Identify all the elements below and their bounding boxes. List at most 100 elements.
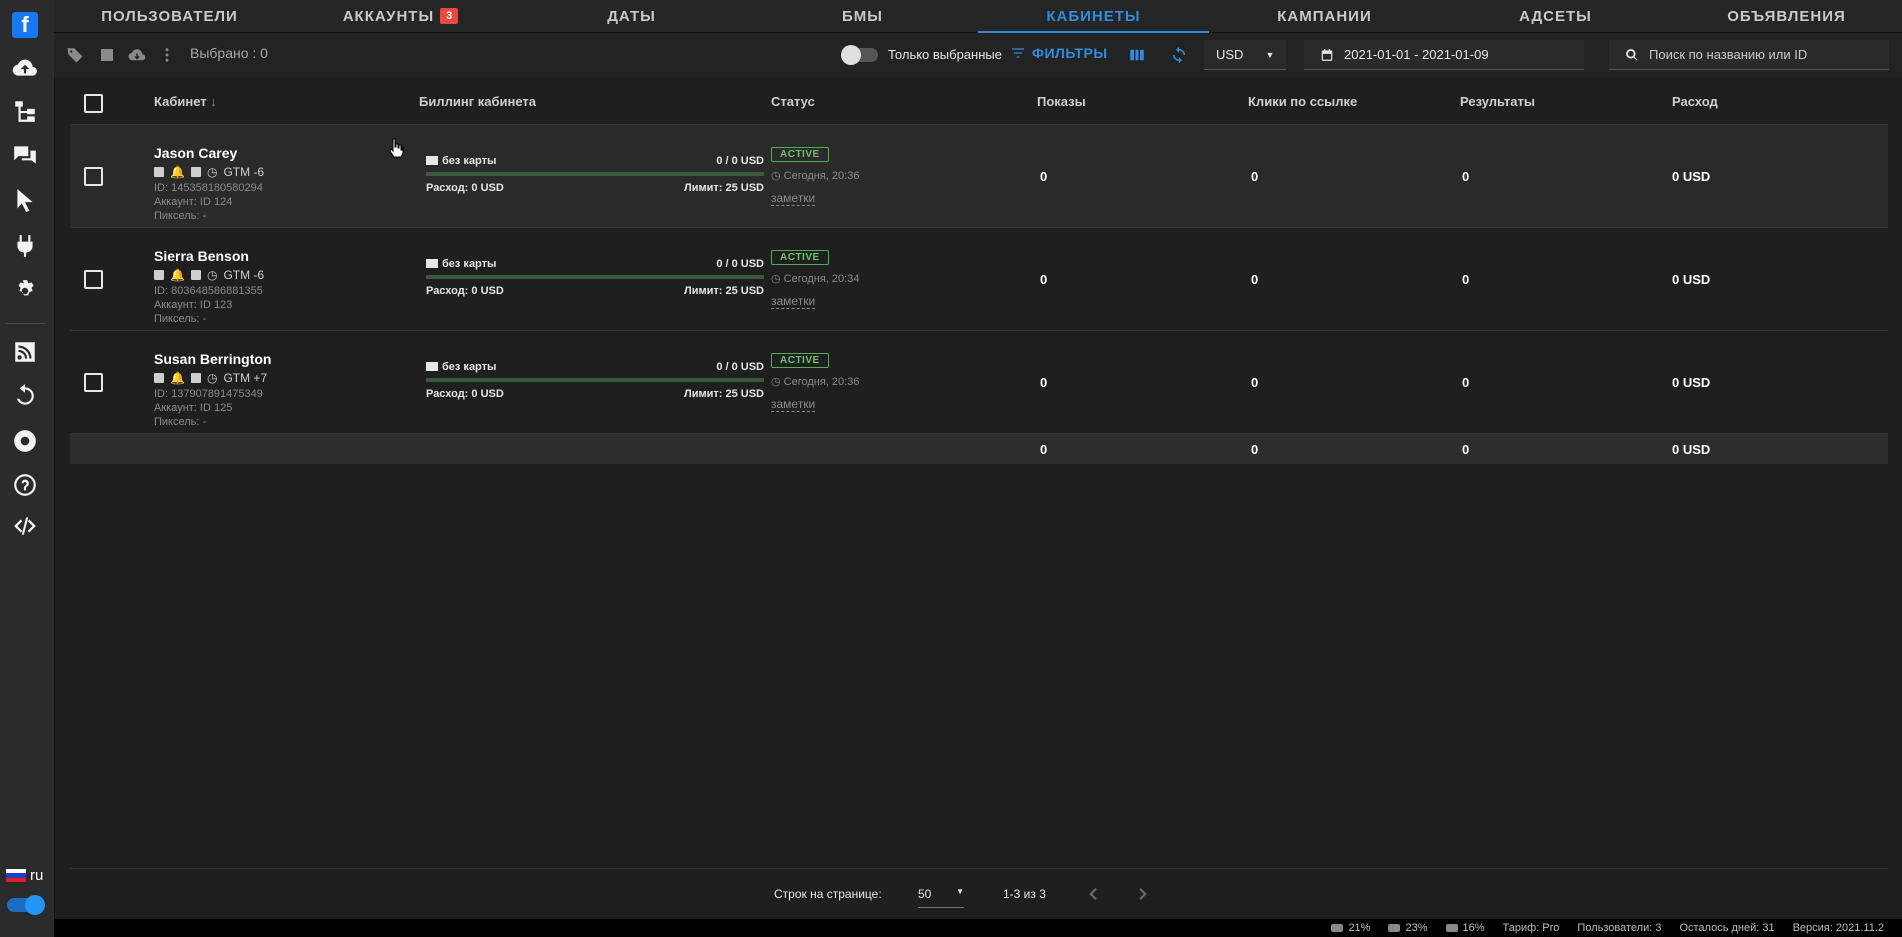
notes-link[interactable]: заметки (771, 397, 816, 412)
clock-icon: ◷ (771, 273, 784, 285)
undo-icon[interactable] (11, 382, 39, 410)
header-results[interactable]: Результаты (1460, 94, 1535, 109)
cabinet-name[interactable]: Jason Carey (154, 145, 237, 161)
status-time-value: Сегодня, 20:34 (783, 273, 860, 285)
header-clicks[interactable]: Клики по ссылке (1248, 94, 1357, 109)
card-icon[interactable] (154, 167, 164, 177)
rows-per-page-label: Строк на странице: (774, 887, 882, 901)
chevron-down-icon: ▼ (956, 887, 964, 896)
date-range-picker[interactable]: 2021-01-01 - 2021-01-09 (1304, 40, 1584, 70)
header-cabinet[interactable]: Кабинет ↓ (154, 94, 217, 109)
chrome-icon[interactable] (11, 427, 39, 455)
language-selector[interactable]: ru (6, 867, 43, 884)
search-placeholder: Поиск по названию или ID (1649, 47, 1808, 62)
plan: Тариф: Pro (1502, 922, 1560, 934)
tab-adsets[interactable]: АДСЕТЫ (1440, 0, 1671, 32)
tab-accounts[interactable]: АККАУНТЫ 3 (285, 0, 516, 32)
header-impressions[interactable]: Показы (1037, 94, 1086, 109)
bell-icon[interactable]: 🔔 (170, 371, 185, 385)
tab-cabinets[interactable]: КАБИНЕТЫ (978, 0, 1209, 33)
document-icon[interactable] (190, 270, 201, 280)
table-row[interactable]: Sierra Benson 🔔 ◷ GTM -6 ID: 80364858688… (70, 228, 1888, 331)
row-checkbox[interactable] (84, 167, 103, 186)
balance: 0 / 0 USD (716, 155, 764, 167)
sidebar: f ru (0, 0, 55, 937)
ram-value: 23% (1405, 922, 1428, 934)
row-checkbox[interactable] (84, 373, 103, 392)
bell-icon[interactable]: 🔔 (170, 165, 185, 179)
next-page-icon[interactable] (1134, 885, 1152, 906)
document-icon[interactable] (190, 373, 201, 383)
bell-icon[interactable]: 🔔 (170, 268, 185, 282)
gear-icon[interactable] (11, 277, 39, 305)
cursor-icon[interactable] (11, 186, 39, 214)
tab-bms[interactable]: БМЫ (747, 0, 978, 32)
card-status: без карты (426, 361, 496, 373)
theme-toggle[interactable] (7, 895, 45, 915)
only-selected-switch[interactable] (841, 45, 878, 65)
currency-select[interactable]: USD ▼ (1204, 40, 1287, 70)
results-value: 0 (1462, 169, 1470, 184)
table-row[interactable]: Jason Carey 🔔 ◷ GTM -6 ID: 1453581805802… (70, 125, 1888, 228)
question-icon[interactable] (11, 471, 39, 499)
tag-icon[interactable] (66, 46, 84, 64)
refresh-icon[interactable] (1170, 46, 1188, 64)
cabinet-account: Аккаунт: ID 125 (154, 402, 233, 414)
cloud-download-icon[interactable] (128, 46, 146, 64)
columns-icon[interactable] (1128, 46, 1146, 64)
rows-per-page-select[interactable]: 50 ▼ (918, 887, 964, 908)
timezone: GTM -6 (223, 268, 265, 282)
cpu-value: 21% (1348, 922, 1371, 934)
days-left: Осталось дней: 31 (1679, 922, 1775, 934)
search-input[interactable]: Поиск по названию или ID (1609, 40, 1889, 70)
sitemap-icon[interactable] (11, 97, 39, 125)
select-all-checkbox[interactable] (84, 94, 103, 113)
header-billing[interactable]: Биллинг кабинета (419, 94, 536, 109)
prev-page-icon[interactable] (1084, 885, 1102, 906)
filters-button[interactable]: ФИЛЬТРЫ (1010, 45, 1108, 61)
filters-label: ФИЛЬТРЫ (1032, 45, 1108, 61)
comments-icon[interactable] (11, 141, 39, 169)
document-icon[interactable] (190, 167, 201, 177)
plug-icon[interactable] (11, 232, 39, 260)
results-value: 0 (1462, 272, 1470, 287)
tab-label: АДСЕТЫ (1519, 7, 1592, 25)
notes-link[interactable]: заметки (771, 294, 816, 309)
credit-card-icon (426, 362, 438, 371)
users-count: Пользователи: 3 (1577, 922, 1662, 934)
russia-flag-icon (6, 869, 26, 882)
cabinet-pixel: Пиксель: - (154, 210, 207, 222)
credit-card-icon (426, 259, 438, 268)
cabinets-table: Кабинет ↓ Биллинг кабинета Статус Показы… (70, 80, 1888, 464)
cabinet-name[interactable]: Susan Berrington (154, 351, 271, 367)
tab-dates[interactable]: ДАТЫ (516, 0, 747, 32)
code-icon[interactable] (11, 512, 39, 540)
status-badge: ACTIVE (771, 147, 829, 162)
currency-value: USD (1216, 47, 1244, 62)
stop-icon[interactable] (98, 46, 116, 64)
clicks-value: 0 (1251, 272, 1259, 287)
header-spend[interactable]: Расход (1672, 94, 1718, 109)
rss-icon[interactable] (11, 338, 39, 366)
row-checkbox[interactable] (84, 270, 103, 289)
tab-ads[interactable]: ОБЪЯВЛЕНИЯ (1671, 0, 1902, 32)
tab-campaigns[interactable]: КАМПАНИИ (1209, 0, 1440, 32)
table-row[interactable]: Susan Berrington 🔔 ◷ GTM +7 ID: 13790789… (70, 331, 1888, 434)
tab-users[interactable]: ПОЛЬЗОВАТЕЛИ (54, 0, 285, 32)
facebook-icon[interactable]: f (12, 12, 38, 38)
card-icon[interactable] (154, 373, 164, 383)
hand-cursor-icon (388, 138, 404, 161)
chevron-down-icon: ▼ (1265, 49, 1275, 60)
notes-link[interactable]: заметки (771, 191, 816, 206)
count-badge: 3 (440, 8, 459, 24)
cloud-upload-icon[interactable] (11, 54, 39, 82)
impressions-value: 0 (1040, 169, 1048, 184)
status-time: ◷ Сегодня, 20:34 (771, 272, 859, 285)
status-time: ◷ Сегодня, 20:36 (771, 375, 859, 388)
card-icon[interactable] (154, 270, 164, 280)
table-header: Кабинет ↓ Биллинг кабинета Статус Показы… (70, 80, 1888, 125)
more-vertical-icon[interactable] (158, 46, 176, 64)
cabinet-name[interactable]: Sierra Benson (154, 248, 249, 264)
header-status[interactable]: Статус (771, 94, 815, 109)
status-badge: ACTIVE (771, 250, 829, 265)
